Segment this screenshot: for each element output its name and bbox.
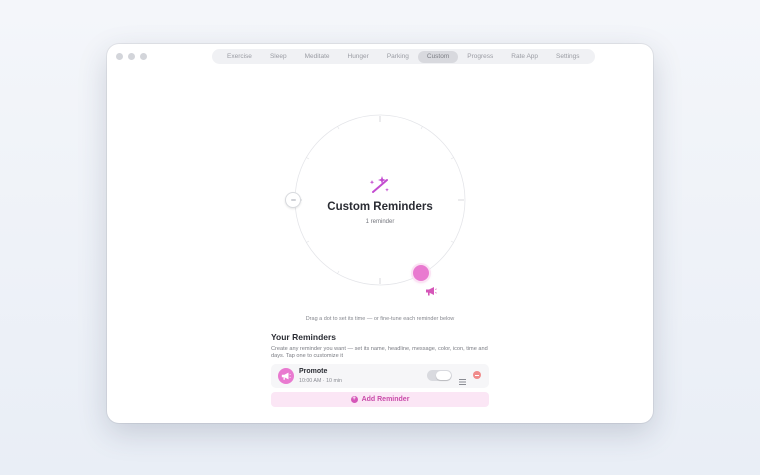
megaphone-icon bbox=[425, 284, 437, 296]
toggle-knob bbox=[436, 371, 451, 380]
tab-meditate[interactable]: Meditate bbox=[296, 51, 339, 63]
magic-wand-icon bbox=[368, 175, 390, 197]
reminder-name: Promote bbox=[299, 368, 328, 375]
section-description: Create any reminder you want — set its n… bbox=[271, 346, 488, 360]
time-dial[interactable] bbox=[294, 114, 466, 286]
tab-parking[interactable]: Parking bbox=[378, 51, 418, 63]
zoom-window-button[interactable] bbox=[140, 53, 147, 60]
tab-rate-app[interactable]: Rate App bbox=[502, 51, 547, 63]
delete-icon[interactable] bbox=[473, 371, 481, 379]
tab-custom[interactable]: Custom bbox=[417, 50, 459, 63]
app-window: Exercise Sleep Meditate Hunger Parking C… bbox=[107, 44, 653, 423]
add-reminder-button[interactable]: + Add Reminder bbox=[271, 392, 489, 407]
tab-sleep[interactable]: Sleep bbox=[261, 51, 296, 63]
handle-grip-icon bbox=[290, 199, 296, 201]
tab-hunger[interactable]: Hunger bbox=[339, 51, 378, 63]
dial-hint: Drag a dot to set its time — or fine-tun… bbox=[305, 316, 455, 322]
reminder-time-dot[interactable] bbox=[413, 265, 429, 281]
tab-bar: Exercise Sleep Meditate Hunger Parking C… bbox=[212, 49, 595, 64]
tab-exercise[interactable]: Exercise bbox=[218, 51, 261, 63]
plus-icon: + bbox=[350, 396, 358, 403]
dial-handle[interactable] bbox=[285, 192, 301, 208]
reminder-card[interactable]: Promote 10:00 AM · 10 min bbox=[271, 364, 489, 388]
section-title: Your Reminders bbox=[271, 332, 337, 342]
window-controls bbox=[116, 53, 147, 60]
minus-icon bbox=[475, 374, 479, 376]
menu-icon[interactable] bbox=[459, 372, 466, 385]
megaphone-icon bbox=[281, 372, 291, 380]
reminder-meta: 10:00 AM · 10 min bbox=[299, 378, 342, 384]
close-window-button[interactable] bbox=[116, 53, 123, 60]
tab-progress[interactable]: Progress bbox=[458, 51, 502, 63]
add-reminder-label: Add Reminder bbox=[361, 396, 410, 403]
dial-title: Custom Reminders bbox=[327, 201, 433, 213]
dial-subtitle: 1 reminder bbox=[365, 219, 395, 225]
reminder-toggle[interactable] bbox=[427, 370, 452, 381]
reminder-icon bbox=[278, 368, 294, 384]
minimize-window-button[interactable] bbox=[128, 53, 135, 60]
tab-settings[interactable]: Settings bbox=[547, 51, 589, 63]
